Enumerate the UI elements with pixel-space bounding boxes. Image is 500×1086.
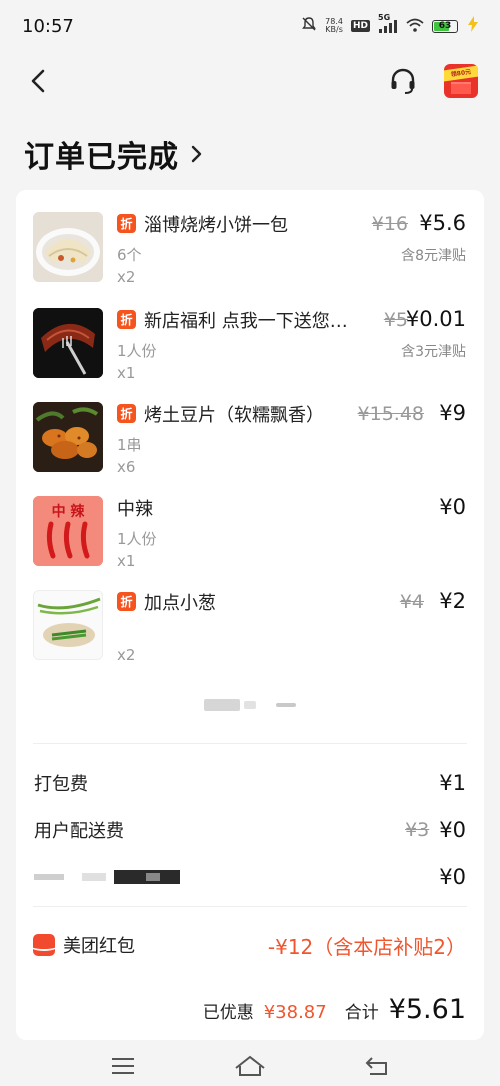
red-envelope-icon bbox=[33, 934, 55, 956]
delivery-fee-label: 用户配送费 bbox=[34, 821, 124, 842]
redpack-row: 美团红包 -¥12（含本店补贴2） bbox=[33, 930, 466, 960]
redacted-text bbox=[204, 699, 240, 711]
blurred-expand-link[interactable] bbox=[204, 698, 296, 712]
promo-giftbox-button[interactable]: 领80元 bbox=[444, 64, 478, 98]
chevron-right-icon bbox=[191, 145, 202, 163]
redpack-left: 美团红包 bbox=[33, 932, 135, 958]
total-value: ¥5.61 bbox=[388, 994, 466, 1025]
divider bbox=[33, 743, 467, 744]
total-row: 已优惠 ¥38.87 合计 ¥5.61 bbox=[203, 994, 466, 1030]
packing-fee-value: ¥1 bbox=[439, 771, 466, 795]
order-item[interactable]: 中 辣 中辣 1人份 x1 ¥0 bbox=[16, 474, 484, 570]
delivery-fee-original: ¥3 bbox=[405, 819, 430, 841]
net-speed-unit: KB/s bbox=[325, 25, 343, 34]
order-detail-card: 折 淄博烧烤小饼一包 6个 x2 ¥16 ¥5.6 含8元津贴 折 新店福利 点… bbox=[16, 190, 484, 1040]
wifi-icon bbox=[406, 17, 424, 36]
packing-fee-label: 打包费 bbox=[34, 774, 88, 795]
system-nav-bar bbox=[0, 1046, 500, 1086]
redacted-text bbox=[244, 701, 256, 709]
item-thumbnail-scallion bbox=[33, 590, 103, 660]
item-subsidy: 含3元津贴 bbox=[401, 344, 466, 360]
delivery-fee-value: ¥0 bbox=[439, 818, 466, 842]
mute-icon bbox=[301, 16, 317, 36]
item-thumbnail-potato-slices bbox=[33, 402, 103, 472]
saved-label: 已优惠 bbox=[202, 1003, 254, 1023]
discount-tag: 折 bbox=[117, 592, 136, 611]
signal-icon: 5G bbox=[378, 13, 398, 33]
redpack-value: -¥12（含本店补贴2） bbox=[267, 934, 466, 959]
discount-tag: 折 bbox=[117, 310, 136, 329]
item-spec: 1串 bbox=[117, 436, 142, 454]
battery-level: 63 bbox=[438, 21, 452, 31]
return-icon bbox=[365, 1057, 387, 1075]
redacted-label bbox=[34, 867, 194, 887]
order-item[interactable]: 折 加点小葱 x2 ¥4 ¥2 bbox=[16, 568, 484, 664]
nav-row: 领80元 bbox=[0, 52, 500, 110]
item-name: 烤土豆片（软糯飘香） bbox=[144, 405, 324, 426]
battery-icon: 63 bbox=[432, 19, 458, 33]
headset-icon bbox=[391, 68, 415, 94]
item-qty: x2 bbox=[117, 646, 136, 664]
item-price: ¥5.6 bbox=[419, 211, 466, 235]
redacted-fee-value: ¥0 bbox=[439, 865, 466, 889]
menu-button[interactable] bbox=[103, 1051, 143, 1081]
item-spec: 1人份 bbox=[117, 342, 157, 360]
item-price: ¥0.01 bbox=[405, 307, 466, 331]
back-system-button[interactable] bbox=[357, 1051, 397, 1081]
item-original-price: ¥5 bbox=[383, 309, 408, 331]
discount-tag: 折 bbox=[117, 404, 136, 423]
status-bar: 10:57 78.4 KB/s HD 5G 63 bbox=[0, 0, 500, 52]
saved-value: ¥38.87 bbox=[263, 1002, 327, 1023]
order-item[interactable]: 折 淄博烧烤小饼一包 6个 x2 ¥16 ¥5.6 含8元津贴 bbox=[16, 190, 484, 286]
hd-badge: HD bbox=[350, 20, 370, 32]
item-original-price: ¥15.48 bbox=[357, 403, 424, 425]
item-name: 淄博烧烤小饼一包 bbox=[144, 215, 288, 236]
home-icon bbox=[235, 1055, 265, 1076]
charging-icon bbox=[466, 16, 480, 36]
item-subsidy: 含8元津贴 bbox=[401, 248, 466, 264]
menu-icon bbox=[112, 1058, 135, 1074]
chili-label: 中 辣 bbox=[52, 503, 86, 520]
delivery-fee-prices: ¥3 ¥0 bbox=[405, 818, 466, 842]
packing-fee-row: 打包费 ¥1 bbox=[34, 768, 466, 798]
divider bbox=[33, 906, 467, 907]
redpack-label: 美团红包 bbox=[63, 936, 135, 957]
order-item[interactable]: 折 烤土豆片（软糯飘香） 1串 x6 ¥15.48 ¥9 bbox=[16, 380, 484, 476]
nav-right: 领80元 bbox=[386, 64, 478, 98]
back-arrow-icon bbox=[31, 69, 45, 93]
customer-service-button[interactable] bbox=[386, 64, 420, 98]
item-price: ¥9 bbox=[439, 401, 466, 425]
status-time: 10:57 bbox=[22, 15, 74, 37]
signal-label: 5G bbox=[378, 13, 391, 22]
total-label: 合计 bbox=[344, 1003, 379, 1023]
redacted-fee-row: ¥0 bbox=[34, 862, 466, 892]
redacted-text bbox=[276, 703, 296, 707]
item-thumbnail-chili: 中 辣 bbox=[33, 496, 103, 566]
gift-box-icon bbox=[451, 82, 471, 94]
home-button[interactable] bbox=[230, 1051, 270, 1081]
page-title: 订单已完成 bbox=[24, 140, 179, 175]
discount-tag: 折 bbox=[117, 214, 136, 233]
item-spec: 6个 bbox=[117, 246, 142, 264]
item-thumbnail-flatbread bbox=[33, 212, 103, 282]
item-spec: 1人份 bbox=[117, 530, 157, 548]
item-price: ¥0 bbox=[439, 495, 466, 519]
back-button[interactable] bbox=[24, 67, 52, 95]
order-item[interactable]: 折 新店福利 点我一下送您… 1人份 x1 ¥5 ¥0.01 含3元津贴 bbox=[16, 286, 484, 382]
status-icons: 78.4 KB/s HD 5G 63 bbox=[301, 13, 480, 36]
item-name: 加点小葱 bbox=[144, 593, 216, 614]
item-name: 新店福利 点我一下送您… bbox=[144, 311, 348, 332]
item-original-price: ¥16 bbox=[371, 213, 408, 235]
order-status-title[interactable]: 订单已完成 bbox=[24, 132, 205, 176]
promo-ribbon: 领80元 bbox=[444, 65, 478, 82]
network-speed: 78.4 KB/s bbox=[325, 18, 343, 34]
item-thumbnail-sausage bbox=[33, 308, 103, 378]
item-name: 中辣 bbox=[117, 499, 153, 520]
item-qty: x2 bbox=[117, 268, 136, 286]
item-original-price: ¥4 bbox=[399, 591, 424, 613]
item-price: ¥2 bbox=[439, 589, 466, 613]
delivery-fee-row: 用户配送费 ¥3 ¥0 bbox=[34, 815, 466, 845]
